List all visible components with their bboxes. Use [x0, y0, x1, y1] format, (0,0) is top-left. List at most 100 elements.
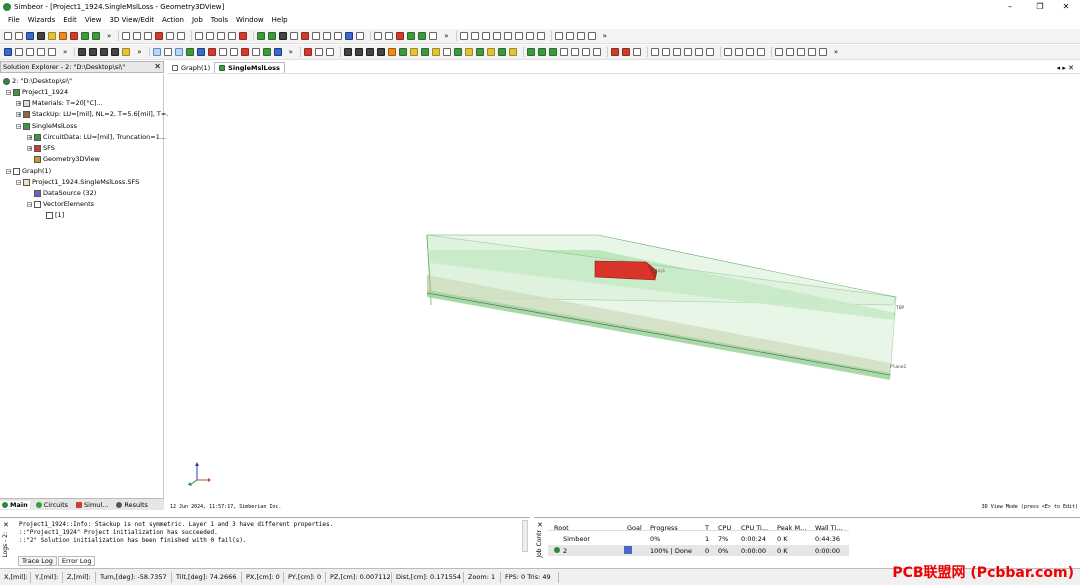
- pad6-icon[interactable]: [508, 48, 517, 56]
- menu-edit[interactable]: Edit: [63, 16, 77, 24]
- table-row[interactable]: [548, 533, 849, 544]
- toolbar-more3-icon[interactable]: »: [603, 32, 607, 40]
- geometry-scene[interactable]: TOP Plane1 Ring1: [168, 75, 1080, 513]
- rename-icon[interactable]: [166, 32, 175, 40]
- doc-tab-singlemslloss[interactable]: SingleMslLoss: [214, 62, 285, 73]
- triangle-icon[interactable]: [442, 48, 451, 56]
- menu-action[interactable]: Action: [162, 16, 184, 24]
- trace2-icon[interactable]: [537, 48, 546, 56]
- chart-icon[interactable]: [323, 32, 332, 40]
- grid-icon[interactable]: [163, 48, 172, 56]
- box-icon[interactable]: [174, 48, 183, 56]
- expand-icon[interactable]: +: [27, 145, 32, 151]
- minimize-icon[interactable]: –: [996, 0, 1024, 13]
- cut-plane-icon[interactable]: [207, 48, 216, 56]
- tree-node-geometry3dview[interactable]: Geometry3DView: [34, 155, 100, 163]
- dist3-icon[interactable]: [745, 48, 754, 56]
- col-cpu-time[interactable]: CPU Ti...: [741, 524, 768, 532]
- trace5-icon[interactable]: [570, 48, 579, 56]
- copy2-icon[interactable]: [228, 32, 237, 40]
- tab-results[interactable]: Results: [114, 501, 149, 509]
- pad3-icon[interactable]: [475, 48, 484, 56]
- col-root[interactable]: Root: [554, 524, 569, 532]
- trace-icon[interactable]: [526, 48, 535, 56]
- tree-node-graph[interactable]: − Graph(1): [6, 167, 51, 175]
- tree-node-datasource[interactable]: DataSource (32): [34, 189, 96, 197]
- toolbar-more-icon[interactable]: »: [107, 32, 111, 40]
- dist4-icon[interactable]: [756, 48, 765, 56]
- stop-icon[interactable]: [279, 32, 288, 40]
- wizard-green2-icon[interactable]: [92, 32, 100, 40]
- close-icon[interactable]: ✕: [1052, 0, 1080, 13]
- delete-icon[interactable]: [155, 32, 164, 40]
- table-row[interactable]: [548, 545, 849, 556]
- dist-icon[interactable]: [723, 48, 732, 56]
- align-left-icon[interactable]: [650, 48, 659, 56]
- menu-file[interactable]: File: [8, 16, 20, 24]
- wrench-icon[interactable]: [429, 32, 438, 40]
- table-icon[interactable]: [312, 32, 321, 40]
- size-icon[interactable]: [774, 48, 783, 56]
- wizard-green-icon[interactable]: [81, 32, 89, 40]
- collapse-icon[interactable]: −: [6, 89, 11, 95]
- collapse-icon[interactable]: −: [27, 201, 32, 207]
- paste-icon[interactable]: [144, 32, 153, 40]
- layer7-icon[interactable]: [525, 32, 534, 40]
- labels-icon[interactable]: [218, 48, 227, 56]
- size2-icon[interactable]: [785, 48, 794, 56]
- conductor3-icon[interactable]: [365, 48, 374, 56]
- layer-red-icon[interactable]: [610, 48, 619, 56]
- collapse-icon[interactable]: −: [16, 179, 21, 185]
- bug-icon[interactable]: [418, 32, 427, 40]
- align-top-icon[interactable]: [683, 48, 692, 56]
- zoom-in-icon[interactable]: [374, 32, 383, 40]
- align-right-icon[interactable]: [672, 48, 681, 56]
- pad-icon[interactable]: [453, 48, 462, 56]
- shape-cut-icon[interactable]: [303, 48, 312, 56]
- trace6-icon[interactable]: [581, 48, 590, 56]
- conductor-icon[interactable]: [343, 48, 352, 56]
- h-icon[interactable]: [262, 48, 271, 56]
- sparams-icon[interactable]: [301, 32, 310, 40]
- align-bottom-icon[interactable]: [705, 48, 714, 56]
- layer-red2-icon[interactable]: [621, 48, 630, 56]
- run-icon[interactable]: [257, 32, 266, 40]
- trace3-icon[interactable]: [548, 48, 557, 56]
- settings-icon[interactable]: [356, 32, 365, 40]
- dist2-icon[interactable]: [734, 48, 743, 56]
- top-view-icon[interactable]: [122, 48, 131, 56]
- expand-icon[interactable]: +: [27, 134, 32, 140]
- align-center-icon[interactable]: [661, 48, 670, 56]
- job-close-icon[interactable]: ✕: [537, 521, 543, 529]
- open-folder-icon[interactable]: [15, 32, 23, 40]
- col-goal[interactable]: Goal: [627, 524, 642, 532]
- layer8-icon[interactable]: [536, 32, 545, 40]
- toolbar-more6-icon[interactable]: »: [289, 48, 293, 56]
- axes-icon[interactable]: [152, 48, 161, 56]
- ports-icon[interactable]: [229, 48, 238, 56]
- zoom-out-icon[interactable]: [385, 32, 394, 40]
- undo-icon[interactable]: [195, 32, 204, 40]
- solid-view-icon[interactable]: [78, 48, 87, 56]
- collapse-icon[interactable]: −: [6, 168, 11, 174]
- circle-icon[interactable]: [407, 32, 416, 40]
- layer-icon[interactable]: [459, 32, 468, 40]
- arrow-icon[interactable]: [554, 32, 563, 40]
- pan-icon[interactable]: [15, 48, 23, 56]
- front-view-icon[interactable]: [100, 48, 109, 56]
- menu-help[interactable]: Help: [272, 16, 288, 24]
- zoom-window-icon[interactable]: [48, 48, 56, 56]
- port-icon[interactable]: [409, 48, 418, 56]
- rotate-icon[interactable]: [4, 48, 12, 56]
- trace4-icon[interactable]: [559, 48, 568, 56]
- layer-white-icon[interactable]: [632, 48, 641, 56]
- menu-tools[interactable]: Tools: [211, 16, 228, 24]
- log-close-icon[interactable]: ✕: [3, 521, 9, 529]
- plane-icon[interactable]: [398, 48, 407, 56]
- shape-icon[interactable]: [420, 48, 429, 56]
- view-icon[interactable]: [345, 32, 354, 40]
- geometry-3d-view[interactable]: TOP Plane1 Ring1 12 Jun 2024, 11:57:17, …: [168, 75, 1080, 513]
- export-icon[interactable]: [334, 32, 343, 40]
- size5-icon[interactable]: [818, 48, 827, 56]
- menu-3d-view-edit[interactable]: 3D View/Edit: [109, 16, 154, 24]
